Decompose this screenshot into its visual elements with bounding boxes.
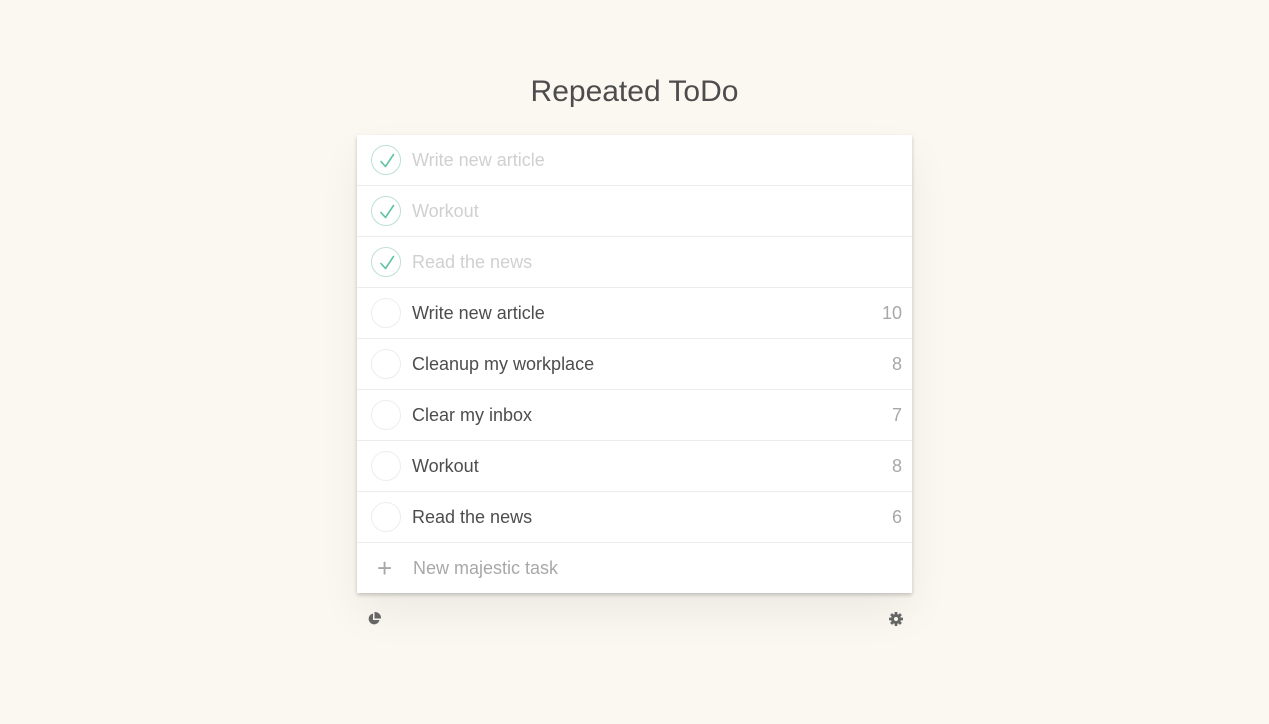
task-label[interactable]: Write new article — [412, 288, 545, 338]
task-checkbox[interactable] — [371, 349, 401, 379]
checkmark-icon — [380, 255, 395, 270]
gear-icon[interactable] — [888, 611, 904, 627]
task-checkbox[interactable] — [371, 451, 401, 481]
task-checkbox[interactable] — [371, 196, 401, 226]
task-label[interactable]: Write new article — [412, 135, 545, 185]
new-task-input[interactable] — [413, 543, 893, 593]
task-checkbox[interactable] — [371, 298, 401, 328]
task-count: 8 — [891, 354, 902, 374]
pie-chart-icon[interactable] — [366, 611, 382, 627]
task-count: 7 — [891, 405, 902, 425]
checkmark-icon — [380, 153, 395, 168]
page-title: Repeated ToDo — [530, 75, 739, 108]
task-label[interactable]: Read the news — [412, 492, 532, 542]
task-checkbox[interactable] — [371, 502, 401, 532]
checkmark-icon — [380, 204, 395, 219]
task-label[interactable]: Workout — [412, 441, 479, 491]
task-checkbox[interactable] — [371, 400, 401, 430]
task-row: Clear my inbox 7 — [357, 390, 912, 441]
task-count: 8 — [891, 456, 902, 476]
task-row: Workout 8 — [357, 441, 912, 492]
task-label[interactable]: Workout — [412, 186, 479, 236]
task-row: Read the news 6 — [357, 492, 912, 543]
task-row: Workout — [357, 186, 912, 237]
task-label[interactable]: Clear my inbox — [412, 390, 532, 440]
task-label[interactable]: Read the news — [412, 237, 532, 287]
task-label[interactable]: Cleanup my workplace — [412, 339, 594, 389]
plus-icon[interactable]: + — [377, 543, 392, 593]
task-row: Write new article — [357, 135, 912, 186]
task-row: Read the news — [357, 237, 912, 288]
task-checkbox[interactable] — [371, 247, 401, 277]
task-row: Cleanup my workplace 8 — [357, 339, 912, 390]
new-task-row: + — [357, 543, 912, 593]
app-root: Repeated ToDo Write new article Workout … — [0, 0, 1269, 724]
task-checkbox[interactable] — [371, 145, 401, 175]
task-row: Write new article 10 — [357, 288, 912, 339]
task-count: 6 — [891, 507, 902, 527]
task-count: 10 — [881, 303, 902, 323]
task-list: Write new article Workout Read the news … — [357, 135, 912, 593]
